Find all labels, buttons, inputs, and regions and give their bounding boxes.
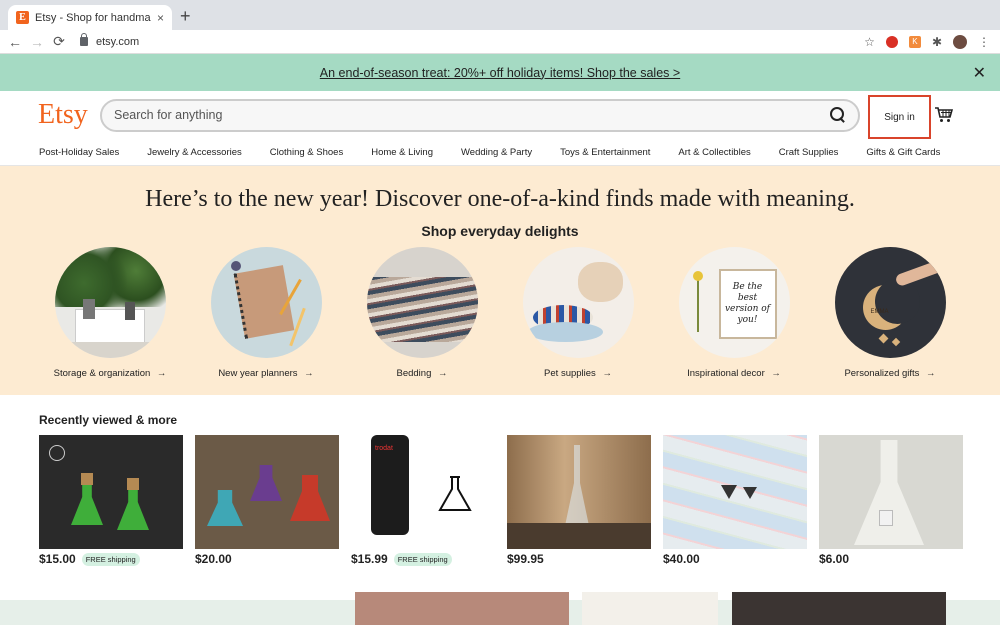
price-row: $99.95 — [507, 552, 651, 566]
product-card[interactable]: $40.00 — [663, 435, 807, 566]
planner-image — [210, 247, 322, 358]
tile-new-year-planners[interactable]: New year planners — [210, 247, 322, 379]
tile-storage-organization[interactable]: Storage & organization — [54, 247, 167, 379]
product-image — [39, 435, 183, 549]
browser-menu-icon[interactable]: ⋮ — [978, 35, 990, 49]
gift-tag-text: EMMA — [870, 309, 889, 315]
tile-label: Pet supplies — [544, 368, 612, 379]
tile-label: Bedding — [396, 368, 447, 379]
hero-section: Here’s to the new year! Discover one-of-… — [0, 166, 1000, 395]
product-image — [507, 435, 651, 549]
product-price: $15.00 — [39, 552, 76, 566]
adblock-extension-icon[interactable] — [885, 35, 898, 48]
tile-inspirational-decor[interactable]: Be the best version of you! Inspirationa… — [678, 247, 790, 379]
bedding-image — [366, 247, 478, 358]
browser-tab[interactable]: E Etsy - Shop for handmade, vin × — [8, 5, 172, 30]
cart-icon[interactable] — [935, 107, 953, 123]
storage-image — [54, 247, 166, 358]
close-icon[interactable]: ✕ — [973, 63, 986, 83]
product-price: $99.95 — [507, 552, 544, 566]
flask-icon — [438, 476, 472, 511]
site-header: Etsy Sign in — [0, 91, 1000, 139]
reload-button[interactable]: ⟳ — [48, 33, 70, 50]
price-row: $6.00 — [819, 552, 963, 566]
category-tiles: Storage & organization New year planners… — [0, 247, 1000, 379]
lock-icon — [80, 33, 88, 46]
nav-craft-supplies[interactable]: Craft Supplies — [779, 147, 839, 158]
product-card[interactable]: trodat $15.99 FREE shipping — [351, 435, 495, 566]
hero-subhead: Shop everyday delights — [421, 223, 579, 239]
back-button[interactable]: ← — [4, 34, 26, 50]
product-card[interactable]: $99.95 — [507, 435, 651, 566]
tile-label: Storage & organization — [54, 368, 167, 379]
recent-items: $15.00 FREE shipping $20.00 trodat $15.9… — [39, 435, 1000, 566]
gifts-image: EMMA — [834, 247, 946, 358]
promo-banner: An end-of-season treat: 20%+ off holiday… — [0, 54, 1000, 91]
product-image — [663, 435, 807, 549]
promo-link[interactable]: An end-of-season treat: 20%+ off holiday… — [320, 66, 680, 80]
product-image: trodat — [351, 435, 495, 549]
tile-label: New year planners — [218, 368, 313, 379]
product-price: $6.00 — [819, 552, 850, 566]
nav-jewelry-accessories[interactable]: Jewelry & Accessories — [147, 147, 242, 158]
preview-image[interactable] — [582, 592, 718, 625]
nav-post-holiday-sales[interactable]: Post-Holiday Sales — [39, 147, 119, 158]
search-icon[interactable] — [830, 107, 846, 123]
product-card[interactable]: $15.00 FREE shipping — [39, 435, 183, 566]
hero-headline: Here’s to the new year! Discover one-of-… — [145, 186, 855, 212]
tile-pet-supplies[interactable]: Pet supplies — [522, 247, 634, 379]
browser-tabbar: E Etsy - Shop for handmade, vin × + — [0, 0, 1000, 30]
product-price: $20.00 — [195, 552, 232, 566]
product-price: $15.99 — [351, 552, 388, 566]
recently-viewed-section: Recently viewed & more $15.00 FREE shipp… — [0, 395, 1000, 566]
preview-image[interactable] — [732, 592, 946, 625]
search-bar — [100, 98, 860, 132]
tile-label: Personalized gifts — [844, 368, 935, 379]
price-row: $15.99 FREE shipping — [351, 552, 495, 566]
decor-image: Be the best version of you! — [678, 247, 790, 358]
tile-label: Inspirational decor — [687, 368, 781, 379]
section-title: Recently viewed & more — [39, 413, 178, 427]
tab-title: Etsy - Shop for handmade, vin — [35, 11, 151, 24]
sign-in-button[interactable]: Sign in — [868, 95, 931, 139]
free-shipping-badge: FREE shipping — [81, 552, 140, 566]
nav-gifts-gift-cards[interactable]: Gifts & Gift Cards — [866, 147, 940, 158]
product-image — [195, 435, 339, 549]
tab-close-icon[interactable]: × — [157, 11, 164, 25]
price-row: $20.00 — [195, 552, 339, 566]
extensions-area: ☆ K ✱ ⋮ — [864, 34, 990, 49]
puzzle-extensions-icon[interactable]: ✱ — [932, 35, 942, 49]
nav-home-living[interactable]: Home & Living — [371, 147, 433, 158]
nav-art-collectibles[interactable]: Art & Collectibles — [678, 147, 750, 158]
address-bar-row: ← → ⟳ etsy.com ☆ K ✱ ⋮ — [0, 30, 1000, 54]
price-row: $15.00 FREE shipping — [39, 552, 183, 566]
price-row: $40.00 — [663, 552, 807, 566]
orange-extension-icon[interactable]: K — [908, 35, 921, 48]
stamp-brand-text: trodat — [375, 445, 393, 452]
url-text: etsy.com — [96, 35, 140, 48]
etsy-logo[interactable]: Etsy — [38, 99, 98, 131]
pet-image — [522, 247, 634, 358]
forward-button[interactable]: → — [26, 34, 48, 50]
url-field[interactable]: etsy.com — [80, 33, 864, 48]
product-price: $40.00 — [663, 552, 700, 566]
preview-image[interactable] — [355, 592, 569, 625]
nav-clothing-shoes[interactable]: Clothing & Shoes — [270, 147, 343, 158]
tile-bedding[interactable]: Bedding — [366, 247, 478, 379]
search-input[interactable] — [114, 108, 830, 122]
free-shipping-badge: FREE shipping — [393, 552, 452, 566]
decor-sign-text: Be the best version of you! — [718, 269, 777, 339]
etsy-favicon-icon: E — [16, 11, 29, 24]
profile-avatar[interactable] — [953, 34, 967, 49]
nav-toys-entertainment[interactable]: Toys & Entertainment — [560, 147, 650, 158]
new-tab-button[interactable]: + — [180, 6, 191, 26]
tile-personalized-gifts[interactable]: EMMA Personalized gifts — [834, 247, 946, 379]
nav-wedding-party[interactable]: Wedding & Party — [461, 147, 532, 158]
product-image — [819, 435, 963, 549]
category-nav: Post-Holiday Sales Jewelry & Accessories… — [0, 139, 1000, 166]
bookmark-star-icon[interactable]: ☆ — [864, 35, 875, 49]
product-card[interactable]: $6.00 — [819, 435, 963, 566]
next-section-preview — [0, 592, 1000, 625]
product-card[interactable]: $20.00 — [195, 435, 339, 566]
